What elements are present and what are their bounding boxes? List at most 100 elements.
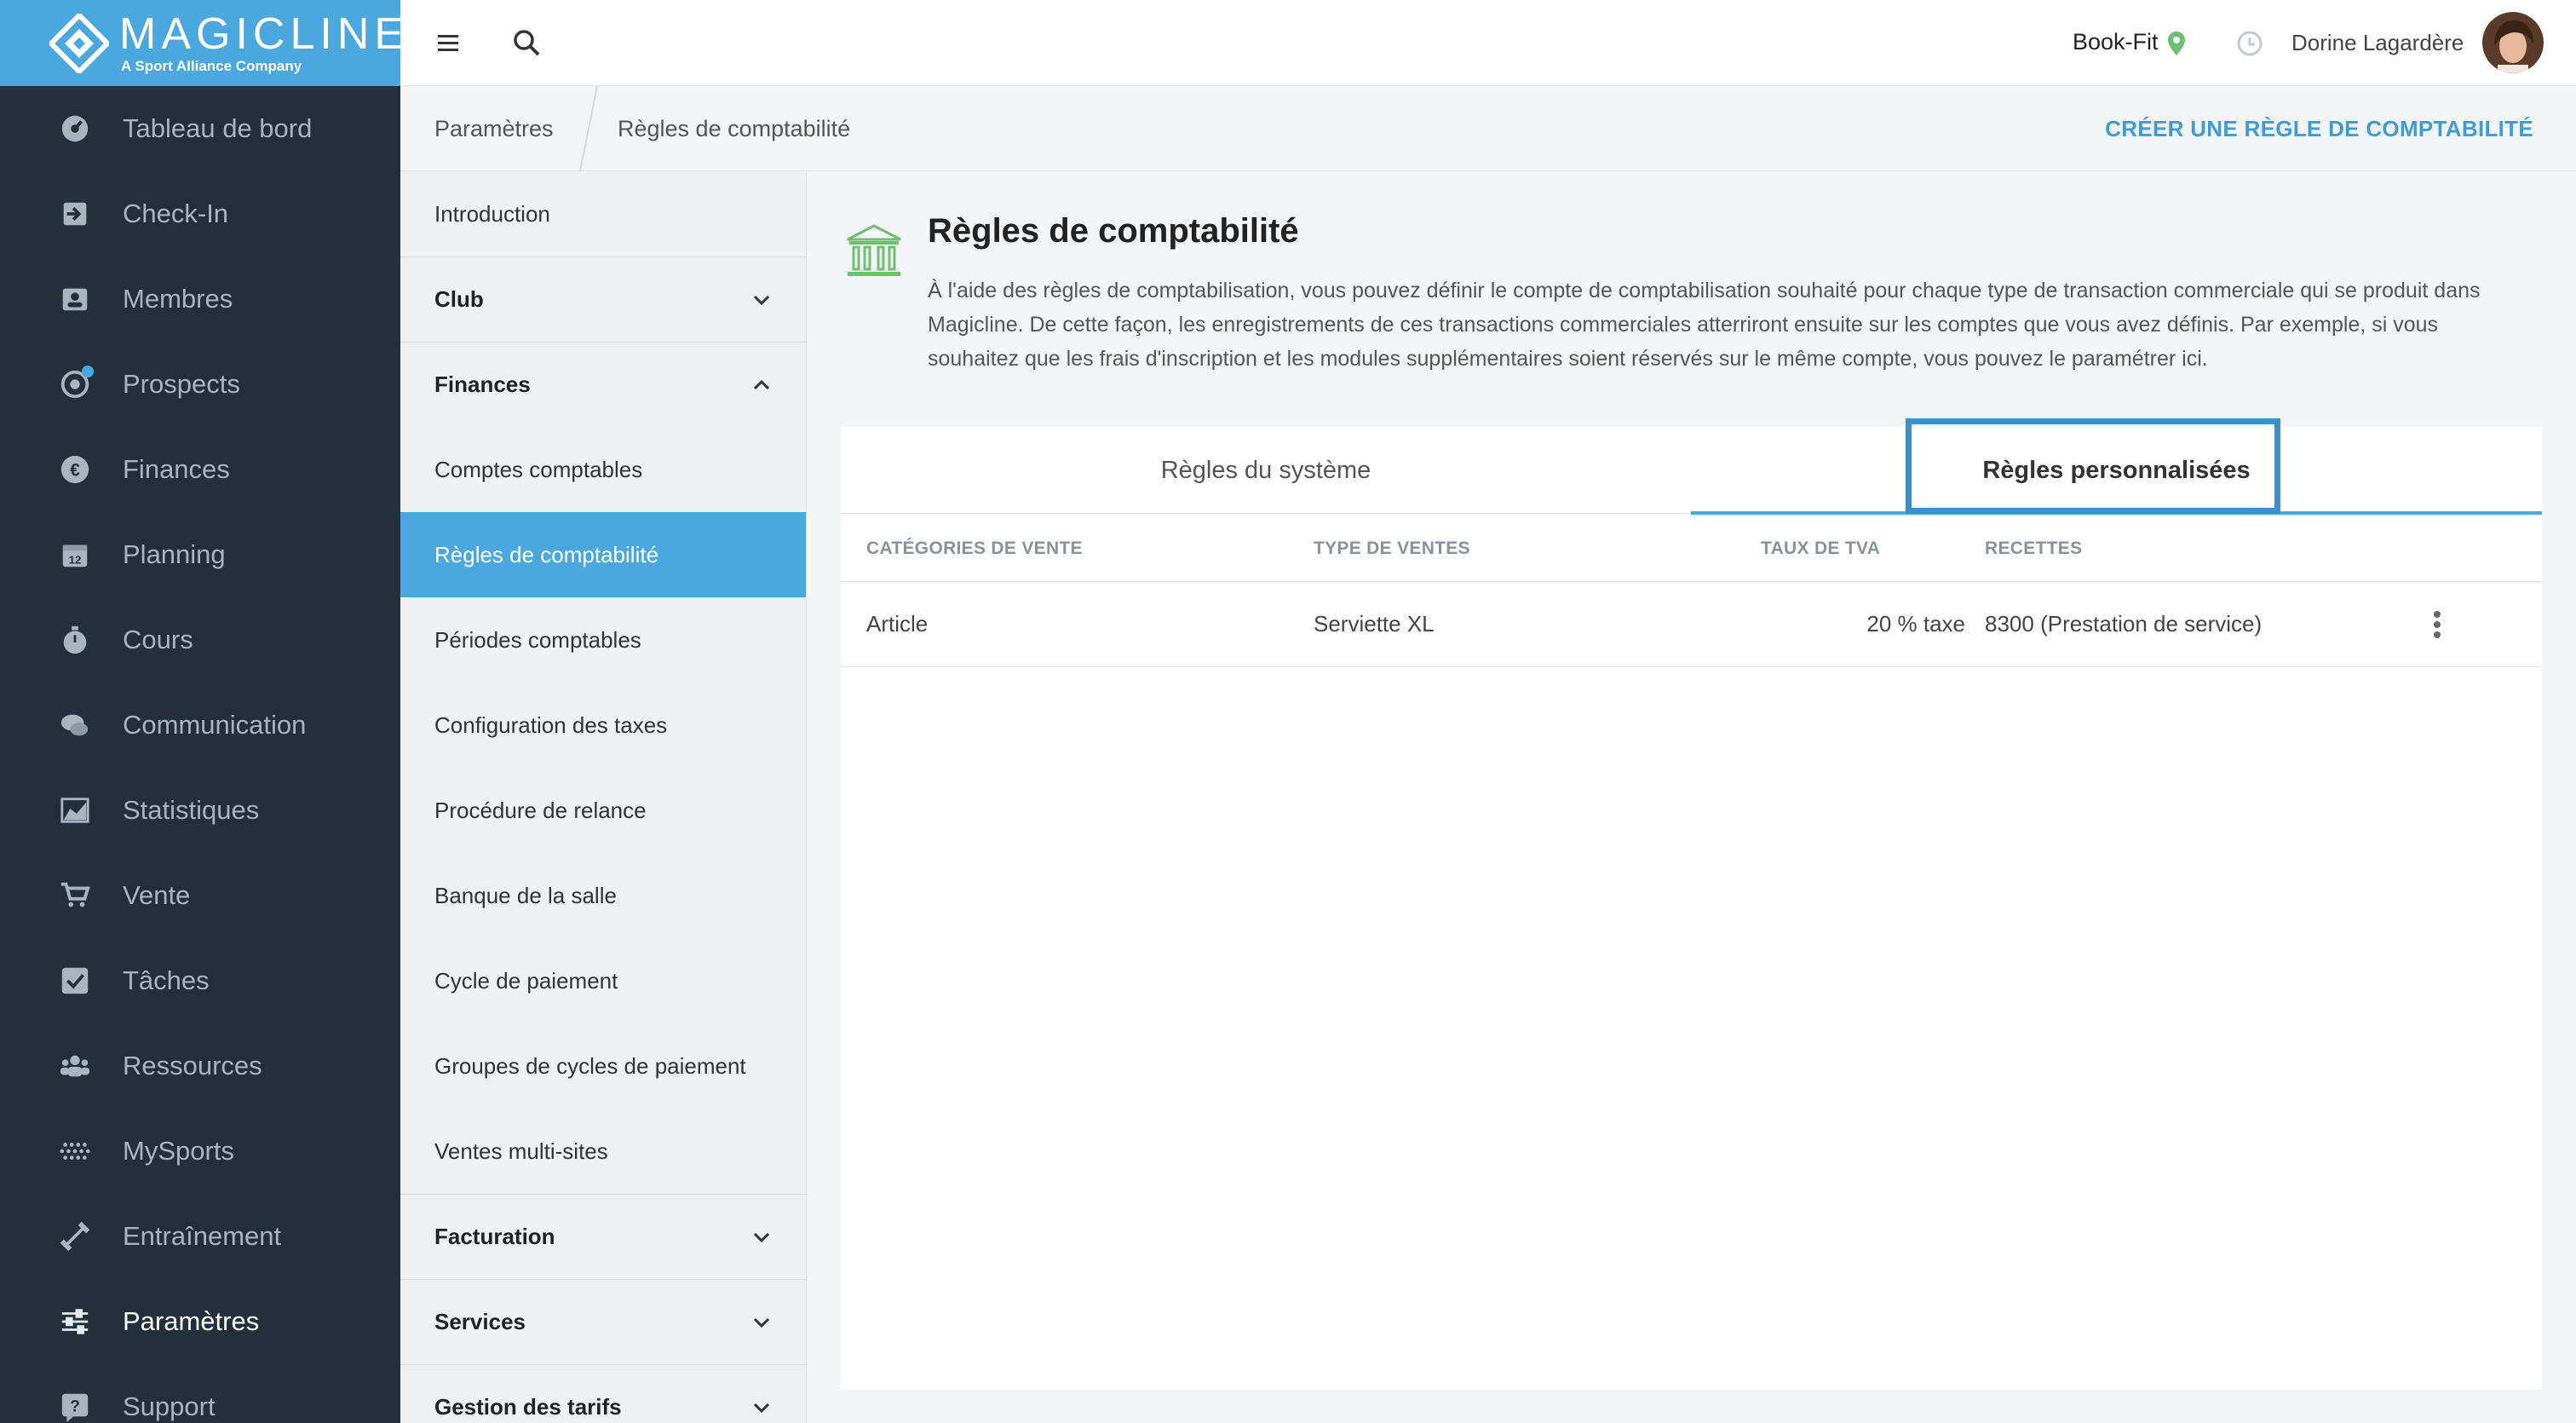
club-name[interactable]: Book-Fit	[2073, 29, 2159, 55]
submenu-item-groupes-cycles[interactable]: Groupes de cycles de paiement	[400, 1023, 806, 1109]
user-name[interactable]: Dorine Lagardère	[2291, 30, 2464, 56]
submenu-item-ventes-multi-sites[interactable]: Ventes multi-sites	[400, 1109, 806, 1194]
hamburger-menu-icon[interactable]	[434, 29, 462, 56]
column-header-vat: TAUX DE TVA	[1761, 539, 1881, 558]
nav-item-communication[interactable]: Communication	[0, 683, 400, 768]
nav-item-training[interactable]: Entraînement	[0, 1194, 400, 1279]
breadcrumb-separator	[579, 86, 598, 171]
table-header: CATÉGORIES DE VENTE TYPE DE VENTES TAUX …	[841, 514, 2542, 582]
submenu-label: Configuration des taxes	[434, 712, 668, 738]
nav-item-statistics[interactable]: Statistiques	[0, 768, 400, 853]
magicline-logo-icon	[49, 14, 109, 73]
submenu-label: Banque de la salle	[434, 882, 617, 908]
checkbox-icon	[58, 964, 92, 998]
people-icon	[58, 1049, 92, 1083]
check-in-icon	[58, 197, 92, 231]
notification-dot	[82, 366, 94, 377]
chevron-down-icon	[753, 1403, 770, 1414]
help-icon: ?	[58, 1390, 92, 1423]
rules-tabs: Règles du système Règles personnalisées	[841, 418, 2542, 515]
cell-category: Article	[866, 611, 929, 637]
nav-item-members[interactable]: Membres	[0, 256, 400, 342]
location-pin-icon	[2168, 32, 2185, 55]
nav-label: Entraînement	[123, 1221, 282, 1251]
submenu-group-facturation[interactable]: Facturation	[400, 1194, 806, 1279]
logo[interactable]: MAGICLINE A Sport Alliance Company	[0, 0, 404, 86]
tab-label: Règles personnalisées	[1982, 456, 2251, 484]
column-header-type: TYPE DE VENTES	[1314, 539, 1470, 558]
settings-submenu: Introduction Club Finances Comptes compt…	[400, 171, 807, 1423]
chevron-down-icon	[753, 1232, 770, 1243]
page-description: À l'aide des règles de comptabilisation,…	[928, 279, 2481, 371]
main-sidebar: MAGICLINE A Sport Alliance Company Table…	[0, 0, 404, 1423]
svg-text:12: 12	[69, 553, 82, 566]
submenu-label: Groupes de cycles de paiement	[434, 1052, 746, 1079]
submenu-item-periodes-comptables[interactable]: Périodes comptables	[400, 597, 806, 683]
submenu-group-tarifs[interactable]: Gestion des tarifs	[400, 1364, 806, 1423]
submenu-item-comptes-comptables[interactable]: Comptes comptables	[400, 427, 806, 512]
dots-grid-icon	[58, 1134, 92, 1168]
submenu-label: Club	[434, 286, 484, 312]
tab-system-rules[interactable]: Règles du système	[841, 427, 1691, 514]
dashboard-icon	[58, 112, 92, 146]
sliders-icon	[58, 1305, 92, 1339]
chart-icon	[58, 793, 92, 827]
cell-vat: 20 % taxe	[1866, 611, 1965, 637]
submenu-item-procedure-relance[interactable]: Procédure de relance	[400, 768, 806, 853]
nav-label: Tâches	[123, 965, 210, 995]
tab-custom-rules[interactable]: Règles personnalisées	[1691, 427, 2542, 515]
cell-revenue: 8300 (Prestation de service)	[1985, 611, 2263, 637]
main-nav: Tableau de bord Check-In Membres Prospec…	[0, 86, 400, 1423]
submenu-group-club[interactable]: Club	[400, 256, 806, 342]
nav-item-mysports[interactable]: MySports	[0, 1109, 400, 1194]
submenu-label: Périodes comptables	[434, 626, 641, 653]
svg-text:€: €	[70, 461, 80, 481]
submenu-label: Gestion des tarifs	[434, 1394, 622, 1420]
euro-icon: €	[58, 452, 92, 487]
nav-item-dashboard[interactable]: Tableau de bord	[0, 86, 400, 171]
top-bar: Book-Fit Dorine Lagardère	[400, 0, 2576, 86]
search-icon[interactable]	[511, 27, 542, 58]
submenu-group-services[interactable]: Services	[400, 1279, 806, 1364]
submenu-item-banque-salle[interactable]: Banque de la salle	[400, 853, 806, 938]
cart-icon	[58, 879, 92, 913]
main-content: Règles de comptabilité À l'aide des règl…	[807, 171, 2576, 1423]
submenu-item-cycle-paiement[interactable]: Cycle de paiement	[400, 938, 806, 1023]
nav-label: Cours	[123, 625, 193, 654]
nav-label: Vente	[123, 880, 191, 910]
submenu-introduction[interactable]: Introduction	[400, 171, 806, 256]
nav-item-courses[interactable]: Cours	[0, 597, 400, 683]
nav-item-settings[interactable]: Paramètres	[0, 1279, 400, 1364]
brand-tagline: A Sport Alliance Company	[121, 58, 302, 74]
more-options-icon[interactable]	[2422, 608, 2452, 642]
nav-item-finances[interactable]: € Finances	[0, 427, 400, 512]
submenu-group-finances[interactable]: Finances	[400, 342, 806, 427]
nav-label: Support	[123, 1391, 216, 1421]
nav-item-support[interactable]: ? Support	[0, 1364, 400, 1423]
nav-item-prospects[interactable]: Prospects	[0, 342, 400, 427]
nav-label: Communication	[123, 710, 307, 740]
nav-label: Finances	[123, 454, 230, 484]
nav-item-resources[interactable]: Ressources	[0, 1023, 400, 1109]
nav-item-tasks[interactable]: Tâches	[0, 938, 400, 1023]
submenu-item-configuration-taxes[interactable]: Configuration des taxes	[400, 683, 806, 768]
clock-icon[interactable]	[2236, 30, 2263, 57]
nav-item-sales[interactable]: Vente	[0, 853, 400, 938]
nav-label: Paramètres	[123, 1306, 260, 1336]
nav-label: MySports	[123, 1136, 234, 1166]
nav-label: Tableau de bord	[123, 113, 313, 143]
brand-name: MAGICLINE	[119, 9, 410, 59]
breadcrumb-parent[interactable]: Paramètres	[434, 116, 554, 142]
create-rule-button[interactable]: CRÉER UNE RÈGLE DE COMPTABILITÉ	[2105, 116, 2533, 142]
bank-icon	[847, 224, 901, 276]
members-icon	[58, 282, 92, 316]
table-row[interactable]: Article Serviette XL 20 % taxe 8300 (Pre…	[841, 582, 2542, 667]
nav-item-planning[interactable]: 12 Planning	[0, 512, 400, 597]
submenu-item-regles-comptabilite[interactable]: Règles de comptabilité	[400, 512, 806, 597]
nav-item-check-in[interactable]: Check-In	[0, 171, 400, 256]
submenu-label: Finances	[434, 372, 531, 397]
avatar[interactable]	[2482, 12, 2544, 73]
nav-label: Prospects	[123, 369, 240, 399]
chevron-up-icon	[753, 379, 770, 390]
nav-label: Planning	[123, 539, 226, 569]
